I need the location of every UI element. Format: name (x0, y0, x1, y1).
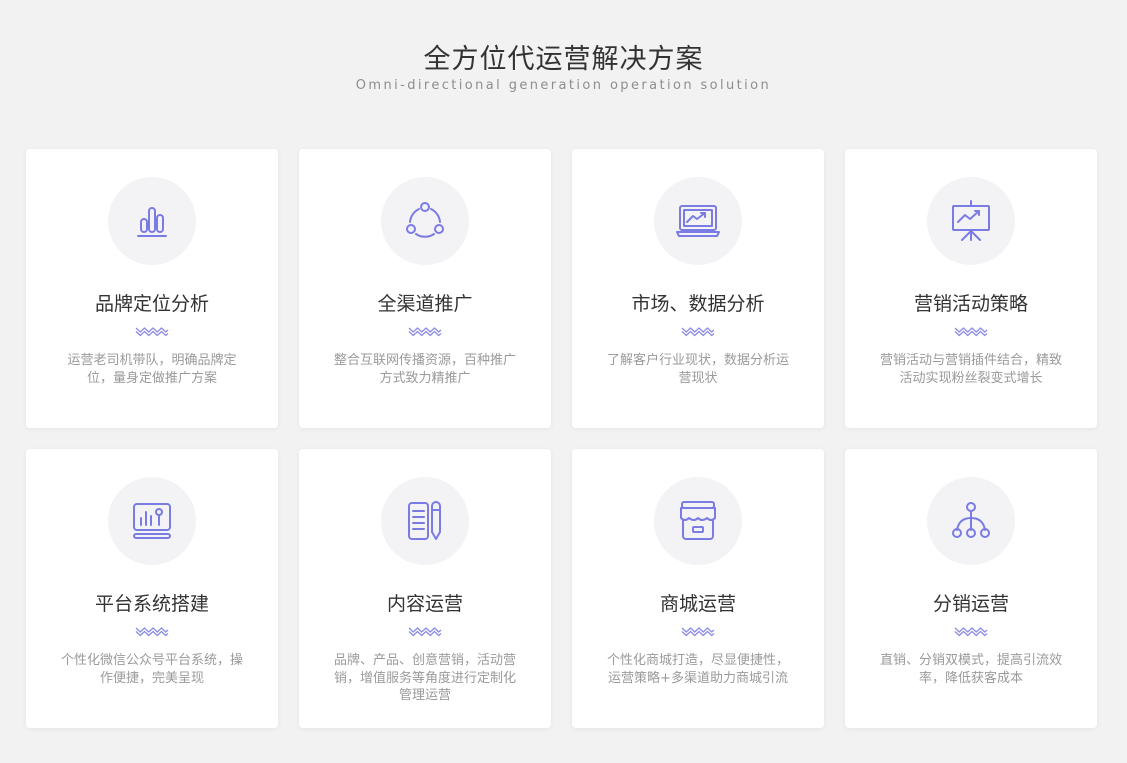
card-title: 市场、数据分析 (631, 293, 765, 315)
share-cycle-icon (406, 202, 444, 238)
presentation-board-icon (952, 200, 990, 241)
icon-badge (654, 177, 742, 265)
page-title: 全方位代运营解决方案 (423, 44, 704, 75)
card-title: 分销运营 (932, 593, 1009, 615)
card-title: 商城运营 (659, 593, 736, 615)
card-title: 平台系统搭建 (94, 593, 209, 615)
solution-grid: 品牌定位分析 运营老司机带队，明确品牌定位，量身定做推广方案 全渠道推广 整合互… (26, 149, 1098, 728)
page-subtitle: Omni-directional generation operation so… (355, 78, 772, 93)
wave-divider-icon (954, 627, 988, 637)
solution-card-mall-operation[interactable]: 商城运营 个性化商城打造，尽显便捷性，运营策略+多渠道助力商城引流 (572, 449, 824, 728)
icon-badge (927, 177, 1015, 265)
wave-divider-icon (135, 627, 169, 637)
header: 全方位代运营解决方案 Omni-directional generation o… (0, 42, 1127, 94)
icon-badge (108, 177, 196, 265)
card-description: 品牌、产品、创意营销，活动营销，增值服务等角度进行定制化管理运营 (333, 653, 516, 703)
wave-divider-icon (681, 327, 715, 337)
card-description: 个性化商城打造，尽显便捷性，运营策略+多渠道助力商城引流 (606, 653, 789, 686)
icon-badge (381, 477, 469, 565)
card-description: 营销活动与营销插件结合，精致活动实现粉丝裂变式增长 (879, 353, 1062, 386)
card-description: 个性化微信公众号平台系统，操作便捷，完美呈现 (60, 653, 243, 686)
card-title: 品牌定位分析 (94, 293, 209, 315)
wave-divider-icon (408, 327, 442, 337)
solution-card-content-operation[interactable]: 内容运营 品牌、产品、创意营销，活动营销，增值服务等角度进行定制化管理运营 (299, 449, 551, 728)
card-description: 整合互联网传播资源，百种推广方式致力精推广 (333, 353, 516, 386)
monitor-trend-icon (676, 205, 720, 237)
storefront-icon (680, 501, 716, 540)
icon-badge (381, 177, 469, 265)
card-description: 运营老司机带队，明确品牌定位，量身定做推广方案 (67, 353, 237, 386)
card-title: 内容运营 (386, 593, 463, 615)
solution-card-marketing-strategy[interactable]: 营销活动策略 营销活动与营销插件结合，精致活动实现粉丝裂变式增长 (845, 149, 1097, 428)
distribution-network-icon (952, 502, 990, 538)
solution-card-platform-building[interactable]: 平台系统搭建 个性化微信公众号平台系统，操作便捷，完美呈现 (26, 449, 278, 728)
icon-badge (654, 477, 742, 565)
wave-divider-icon (954, 327, 988, 337)
solution-card-market-data-analysis[interactable]: 市场、数据分析 了解客户行业现状，数据分析运营现状 (572, 149, 824, 428)
solution-card-omnichannel-promotion[interactable]: 全渠道推广 整合互联网传播资源，百种推广方式致力精推广 (299, 149, 551, 428)
card-title: 营销活动策略 (913, 293, 1028, 315)
platform-tools-icon (133, 503, 171, 539)
wave-divider-icon (681, 627, 715, 637)
wave-divider-icon (408, 627, 442, 637)
document-pencil-icon (408, 501, 441, 540)
icon-badge (108, 477, 196, 565)
wave-divider-icon (135, 327, 169, 337)
card-title: 全渠道推广 (377, 293, 473, 315)
solution-card-distribution-operation[interactable]: 分销运营 直销、分销双模式，提高引流效率，降低获客成本 (845, 449, 1097, 728)
card-description: 直销、分销双模式，提高引流效率，降低获客成本 (879, 653, 1062, 686)
solution-card-brand-positioning[interactable]: 品牌定位分析 运营老司机带队，明确品牌定位，量身定做推广方案 (26, 149, 278, 428)
card-description: 了解客户行业现状，数据分析运营现状 (606, 353, 789, 386)
bar-chart-icon (137, 207, 167, 237)
icon-badge (927, 477, 1015, 565)
